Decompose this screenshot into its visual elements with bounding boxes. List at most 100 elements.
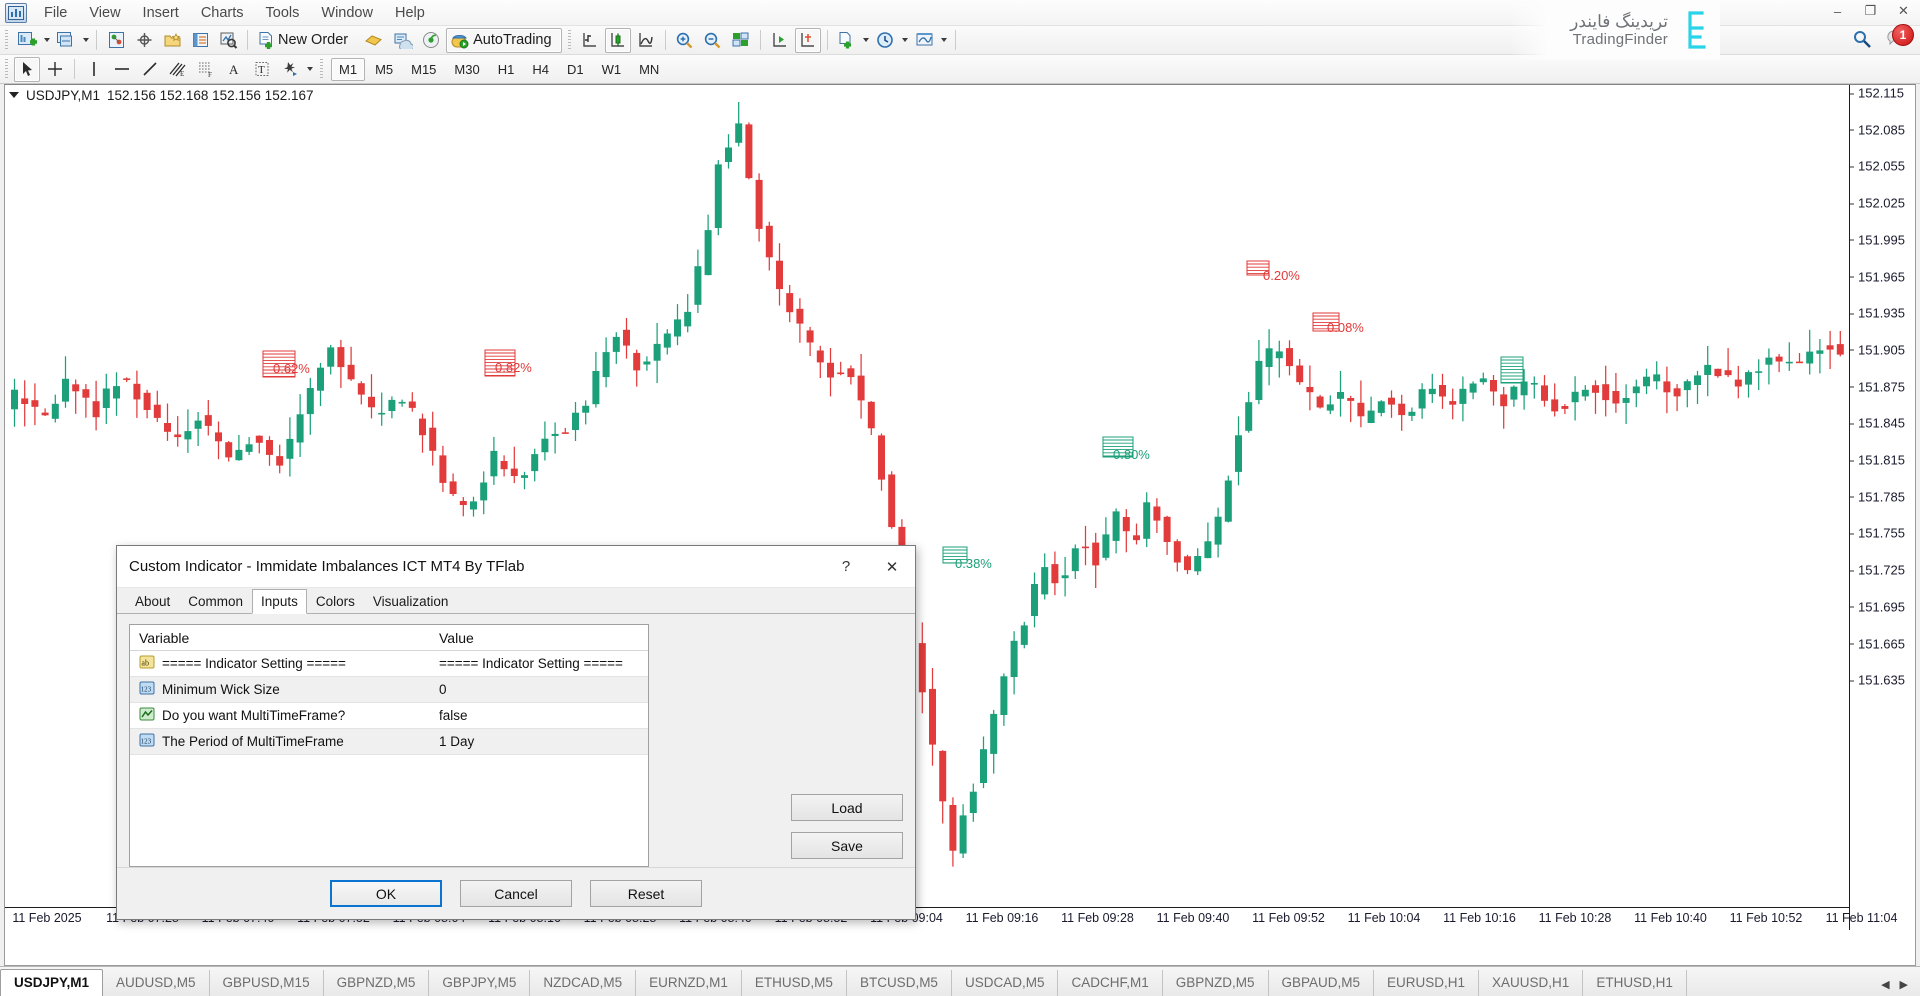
text-label-icon[interactable]: A (221, 57, 247, 82)
symbol-tab[interactable]: GBPJPY,M5 (429, 970, 530, 996)
timeframe-mn[interactable]: MN (631, 58, 667, 81)
tab-visualization[interactable]: Visualization (364, 590, 458, 614)
menu-view[interactable]: View (78, 2, 131, 24)
symbol-tab[interactable]: ETHUSD,M5 (742, 970, 847, 996)
equidistant-channel-icon[interactable]: E (165, 57, 191, 82)
menu-tools[interactable]: Tools (255, 2, 311, 24)
templates-dropdown-icon[interactable] (939, 28, 950, 53)
symbol-tab[interactable]: GBPUSD,M15 (210, 970, 324, 996)
period-clock-icon[interactable] (873, 28, 899, 53)
period-dropdown-icon[interactable] (900, 28, 911, 53)
timeframe-grip[interactable] (318, 59, 325, 80)
add-indicator-dropdown-icon[interactable] (861, 28, 872, 53)
symbol-tab[interactable]: CADCHF,M1 (1058, 970, 1162, 996)
fibonacci-retracement-icon[interactable]: F (193, 57, 219, 82)
load-button[interactable]: Load (791, 794, 903, 821)
maximize-button[interactable]: ❐ (1854, 0, 1887, 22)
data-window-icon[interactable] (131, 28, 157, 53)
tab-scroll-left-icon[interactable]: ◀ (1877, 978, 1893, 991)
custom-indicator-dialog[interactable]: Custom Indicator - Immidate Imbalances I… (116, 545, 916, 920)
inputs-grid-row[interactable]: 123Minimum Wick Size0 (130, 677, 648, 703)
mql5-community-icon[interactable] (360, 28, 387, 53)
symbol-tab[interactable]: XAUUSD,H1 (1479, 970, 1583, 996)
signals-icon[interactable] (418, 28, 444, 53)
dialog-close-button[interactable]: ✕ (869, 546, 915, 588)
cancel-button[interactable]: Cancel (460, 880, 572, 907)
arrows-dropdown-icon[interactable] (304, 57, 315, 82)
reset-button[interactable]: Reset (590, 880, 702, 907)
line-chart-icon[interactable] (633, 28, 659, 53)
dialog-help-button[interactable]: ? (823, 546, 869, 588)
templates-icon[interactable] (912, 28, 938, 53)
symbol-tab[interactable]: BTCUSD,M5 (847, 970, 952, 996)
text-box-icon[interactable]: T (249, 57, 275, 82)
input-value-cell[interactable]: ===== Indicator Setting ===== (430, 656, 623, 671)
input-value-cell[interactable]: false (430, 708, 468, 723)
cursor-icon[interactable] (14, 57, 40, 82)
symbol-tab[interactable]: NZDCAD,M5 (530, 970, 636, 996)
inputs-grid-row[interactable]: 123The Period of MultiTimeFrame1 Day (130, 729, 648, 755)
toolbar-grip[interactable] (3, 30, 10, 51)
tab-about[interactable]: About (126, 590, 179, 614)
timeframe-d1[interactable]: D1 (559, 58, 592, 81)
market-icon[interactable] (389, 28, 416, 53)
symbol-tab[interactable]: GBPAUD,M5 (1269, 970, 1375, 996)
terminal-icon[interactable] (187, 28, 213, 53)
symbol-tab[interactable]: GBPNZD,M5 (324, 970, 430, 996)
zoom-in-icon[interactable] (672, 28, 698, 53)
save-button[interactable]: Save (791, 832, 903, 859)
new-chart-icon[interactable] (14, 28, 40, 53)
symbol-tab[interactable]: ETHUSD,H1 (1583, 970, 1687, 996)
candlestick-chart-icon[interactable] (605, 28, 631, 53)
vertical-line-icon[interactable] (81, 57, 107, 82)
timeframe-h1[interactable]: H1 (490, 58, 523, 81)
timeframe-h4[interactable]: H4 (524, 58, 557, 81)
chart-shift-icon[interactable] (767, 28, 793, 53)
new-chart-dropdown-icon[interactable] (41, 28, 52, 53)
tab-inputs[interactable]: Inputs (252, 589, 307, 615)
timeframe-m5[interactable]: M5 (367, 58, 401, 81)
horizontal-line-icon[interactable] (109, 57, 135, 82)
menu-help[interactable]: Help (384, 2, 436, 24)
symbol-tab[interactable]: USDCAD,M5 (952, 970, 1059, 996)
timeframe-m1[interactable]: M1 (331, 58, 365, 81)
inputs-grid-row[interactable]: ab===== Indicator Setting ========== Ind… (130, 651, 648, 677)
crosshair-icon[interactable] (42, 57, 68, 82)
profiles-dropdown-icon[interactable] (80, 28, 91, 53)
symbol-tab[interactable]: AUDUSD,M5 (103, 970, 210, 996)
navigator-icon[interactable] (159, 28, 185, 53)
menu-charts[interactable]: Charts (190, 2, 255, 24)
tab-common[interactable]: Common (179, 590, 252, 614)
menu-window[interactable]: Window (310, 2, 384, 24)
add-indicator-icon[interactable] (834, 28, 860, 53)
symbol-tab[interactable]: USDJPY,M1 (0, 969, 103, 996)
search-icon[interactable] (1852, 29, 1872, 49)
new-order-button[interactable]: New Order (254, 28, 358, 53)
trendline-icon[interactable] (137, 57, 163, 82)
chart-autoscroll-icon[interactable] (795, 28, 821, 53)
arrows-symbols-icon[interactable] (277, 57, 303, 82)
chart-menu-arrow-icon[interactable] (9, 92, 19, 98)
inputs-grid[interactable]: Variable Value ab===== Indicator Setting… (129, 624, 649, 867)
input-value-cell[interactable]: 1 Day (430, 734, 474, 749)
menu-insert[interactable]: Insert (132, 2, 190, 24)
minimize-button[interactable]: – (1821, 0, 1854, 22)
bar-chart-icon[interactable] (577, 28, 603, 53)
input-value-cell[interactable]: 0 (430, 682, 447, 697)
autotrading-button[interactable]: AutoTrading (446, 28, 561, 53)
symbol-tab[interactable]: EURUSD,H1 (1374, 970, 1479, 996)
toolbar2-grip[interactable] (3, 59, 10, 80)
menu-file[interactable]: File (33, 2, 78, 24)
symbol-tab[interactable]: EURNZD,M1 (636, 970, 742, 996)
tab-colors[interactable]: Colors (307, 590, 364, 614)
price-scale[interactable]: 152.115152.085152.055152.025151.995151.9… (1849, 85, 1915, 930)
strategy-tester-icon[interactable] (215, 28, 241, 53)
symbol-tab[interactable]: GBPNZD,M5 (1163, 970, 1269, 996)
tab-scroll-right-icon[interactable]: ▶ (1896, 978, 1912, 991)
tile-windows-icon[interactable] (728, 28, 754, 53)
timeframe-m15[interactable]: M15 (403, 58, 444, 81)
zoom-out-icon[interactable] (700, 28, 726, 53)
market-watch-icon[interactable] (103, 28, 129, 53)
inputs-grid-row[interactable]: Do you want MultiTimeFrame?false (130, 703, 648, 729)
profiles-icon[interactable] (53, 28, 79, 53)
